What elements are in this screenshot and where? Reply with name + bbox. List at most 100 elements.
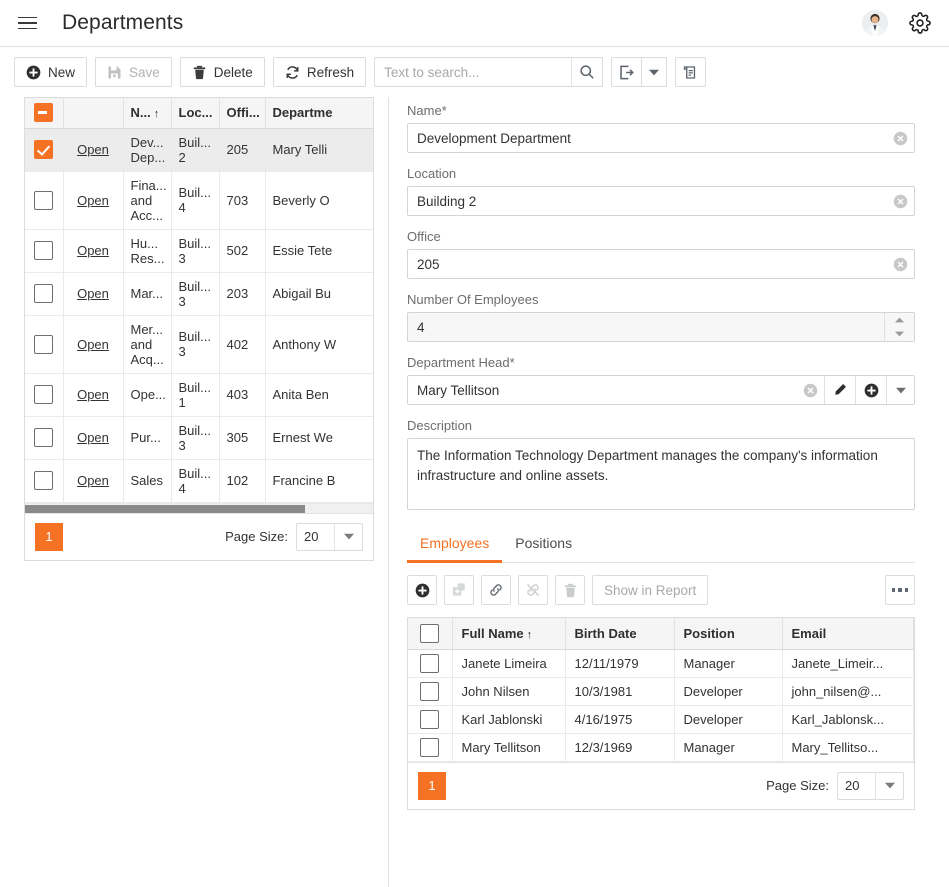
name-input[interactable]	[408, 124, 886, 152]
row-checkbox[interactable]	[34, 428, 54, 447]
search-icon[interactable]	[571, 58, 602, 86]
page-number-1[interactable]: 1	[35, 522, 63, 551]
table-row[interactable]: Mary Tellitson 12/3/1969 Manager Mary_Te…	[408, 733, 914, 762]
employees-count-input[interactable]	[408, 313, 884, 341]
clear-circle-icon[interactable]	[886, 187, 914, 215]
column-header-department-head[interactable]: Departme	[265, 98, 373, 129]
search-input[interactable]	[375, 58, 572, 86]
column-header-full-name[interactable]: Full Name ↑	[452, 618, 566, 650]
column-header-office[interactable]: Offi...	[219, 98, 266, 129]
column-header-birth-date[interactable]: Birth Date	[565, 618, 675, 650]
hamburger-icon[interactable]	[14, 10, 40, 36]
horizontal-scrollbar[interactable]	[25, 502, 373, 513]
select-all-checkbox[interactable]	[34, 103, 54, 123]
page-size-select[interactable]: 20	[837, 771, 904, 800]
table-row[interactable]: Open Hu... Res... Buil... 3 502 Essie Te…	[25, 229, 373, 273]
table-row[interactable]: Open Ope... Buil... 1 403 Anita Ben	[25, 373, 373, 417]
open-link[interactable]: Open	[77, 473, 109, 488]
select-all-checkbox[interactable]	[420, 623, 440, 643]
row-checkbox[interactable]	[420, 737, 440, 757]
table-row[interactable]: Janete Limeira 12/11/1979 Manager Janete…	[408, 649, 914, 678]
table-row[interactable]: Open Dev... Dep... Buil... 2 205 Mary Te…	[25, 128, 373, 172]
table-row[interactable]: Open Pur... Buil... 3 305 Ernest We	[25, 416, 373, 460]
open-link[interactable]: Open	[77, 430, 109, 445]
more-options-button[interactable]	[885, 575, 915, 605]
cell-office: 102	[219, 459, 266, 503]
column-header-position[interactable]: Position	[674, 618, 783, 650]
open-link[interactable]: Open	[77, 142, 109, 157]
quantity-stepper[interactable]	[884, 313, 914, 341]
refresh-button-label: Refresh	[306, 64, 355, 80]
cell-office: 305	[219, 416, 266, 460]
department-head-input[interactable]	[408, 376, 796, 404]
row-checkbox[interactable]	[34, 241, 54, 260]
table-row[interactable]: Open Sales Buil... 4 102 Francine B	[25, 459, 373, 503]
row-checkbox[interactable]	[34, 471, 54, 490]
report-icon[interactable]	[675, 57, 707, 87]
row-checkbox[interactable]	[34, 334, 54, 354]
row-select-cell	[408, 677, 453, 706]
page-title: Departments	[62, 11, 184, 34]
save-disk-icon	[107, 65, 122, 80]
cell-full-name: Janete Limeira	[452, 649, 566, 678]
row-checkbox[interactable]	[34, 190, 54, 210]
column-header-name[interactable]: N... ↑	[123, 98, 172, 129]
clear-circle-icon[interactable]	[886, 250, 914, 278]
row-checkbox[interactable]	[34, 140, 54, 159]
page-size-value: 20	[845, 778, 860, 793]
chevron-down-icon[interactable]	[886, 376, 914, 404]
row-select-cell	[25, 459, 64, 503]
chevron-down-icon[interactable]	[875, 772, 903, 799]
description-textarea[interactable]: The Information Technology Department ma…	[407, 438, 915, 510]
save-button[interactable]: Save	[95, 57, 172, 87]
table-row[interactable]: Karl Jablonski 4/16/1975 Developer Karl_…	[408, 705, 914, 734]
open-link[interactable]: Open	[77, 337, 109, 352]
location-input[interactable]	[408, 187, 886, 215]
user-avatar[interactable]	[862, 10, 888, 36]
plus-circle-icon[interactable]	[855, 376, 886, 404]
gear-icon[interactable]	[907, 10, 933, 36]
page-number-1[interactable]: 1	[418, 771, 446, 800]
export-dropdown-icon[interactable]	[642, 57, 668, 87]
table-row[interactable]: John Nilsen 10/3/1981 Developer john_nil…	[408, 677, 914, 706]
row-checkbox[interactable]	[34, 284, 54, 303]
stepper-down-icon[interactable]	[885, 327, 914, 341]
add-employee-button[interactable]	[407, 575, 437, 605]
row-open-cell: Open	[63, 128, 124, 172]
refresh-button[interactable]: Refresh	[272, 57, 367, 87]
pencil-icon[interactable]	[824, 376, 855, 404]
row-checkbox[interactable]	[420, 653, 440, 673]
row-checkbox[interactable]	[34, 385, 54, 404]
table-row[interactable]: Open Fina... and Acc... Buil... 4 703 Be…	[25, 171, 373, 230]
column-header-name-label: N...	[130, 105, 151, 121]
open-link[interactable]: Open	[77, 286, 109, 301]
stepper-up-icon[interactable]	[885, 313, 914, 327]
page-size-select[interactable]: 20	[296, 522, 363, 551]
open-link[interactable]: Open	[77, 387, 109, 402]
row-checkbox[interactable]	[420, 681, 440, 701]
export-icon[interactable]	[611, 57, 643, 87]
delete-employee-button[interactable]	[555, 575, 585, 605]
link-employee-button[interactable]	[481, 575, 511, 605]
chevron-down-icon[interactable]	[334, 523, 362, 550]
horizontal-scrollbar-thumb[interactable]	[25, 504, 305, 513]
open-link[interactable]: Open	[77, 193, 109, 208]
office-input[interactable]	[408, 250, 886, 278]
delete-button[interactable]: Delete	[179, 57, 265, 87]
add-new-employee-button[interactable]	[444, 575, 474, 605]
unlink-employee-button[interactable]	[518, 575, 548, 605]
cell-department-head: Abigail Bu	[265, 272, 373, 316]
clear-circle-icon[interactable]	[796, 376, 824, 404]
tab-positions[interactable]: Positions	[502, 527, 585, 563]
column-header-location[interactable]: Loc...	[171, 98, 220, 129]
tab-employees[interactable]: Employees	[407, 527, 503, 563]
clear-circle-icon[interactable]	[886, 124, 914, 152]
new-button[interactable]: New	[14, 57, 88, 87]
open-link[interactable]: Open	[77, 243, 109, 258]
cell-name: Hu... Res...	[123, 229, 172, 273]
table-row[interactable]: Open Mer... and Acq... Buil... 3 402 Ant…	[25, 315, 373, 374]
table-row[interactable]: Open Mar... Buil... 3 203 Abigail Bu	[25, 272, 373, 316]
column-header-email[interactable]: Email	[782, 618, 914, 650]
row-checkbox[interactable]	[420, 709, 440, 729]
show-in-report-button[interactable]: Show in Report	[592, 575, 709, 605]
